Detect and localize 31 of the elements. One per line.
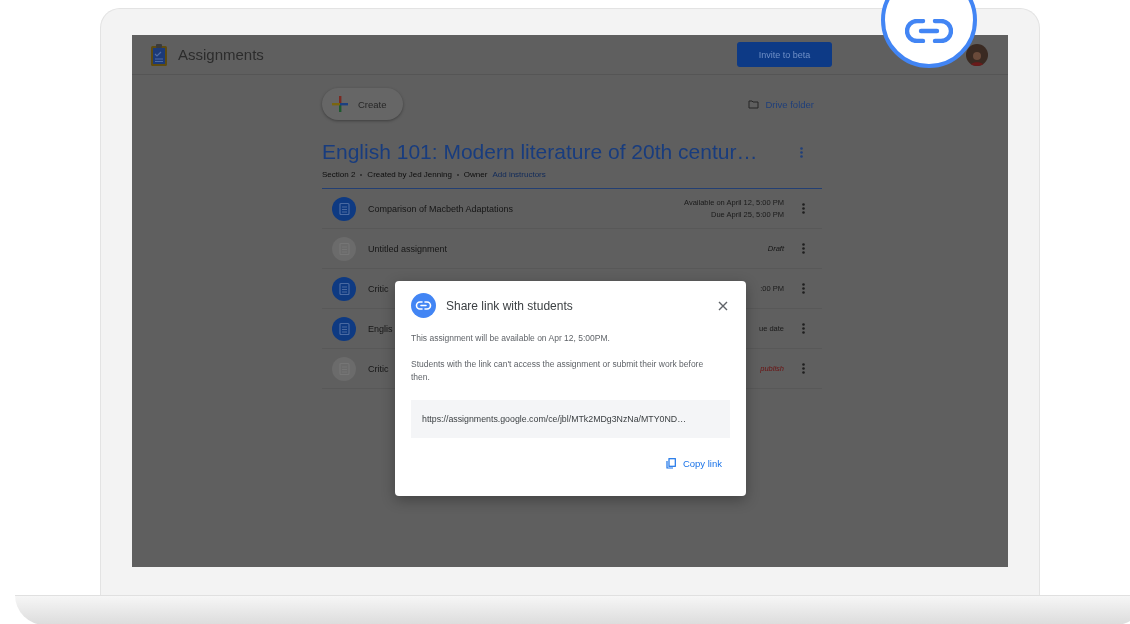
course-meta-text: Section 2 xyxy=(322,170,356,179)
avatar[interactable] xyxy=(966,43,988,66)
assignment-title: Critic xyxy=(368,363,389,374)
course-title: English 101: Modern literature of 20th centur… xyxy=(322,140,758,164)
assignment-title: Comparison of Macbeth Adaptations xyxy=(368,203,514,214)
course-meta-text: Created by Jed Jenning xyxy=(367,170,452,179)
invite-button[interactable]: Invite to beta xyxy=(737,42,832,67)
dialog-text: Students with the link can't access the assignment or submit their work before then. xyxy=(411,358,705,384)
more-icon[interactable] xyxy=(802,243,805,254)
assignment-title: Englis xyxy=(368,323,393,334)
dialog-text: This assignment will be available on Apr 12, 5:00PM. xyxy=(411,332,611,345)
assignment-title: Untitled assignment xyxy=(368,243,448,254)
assignment-title: Critic xyxy=(368,283,389,294)
more-icon[interactable] xyxy=(802,363,805,374)
clipboard-icon xyxy=(150,42,168,67)
more-icon[interactable] xyxy=(802,323,805,334)
folder-icon xyxy=(748,99,760,109)
more-icon[interactable] xyxy=(802,283,805,294)
copy-link-button[interactable]: Copy link xyxy=(665,458,722,469)
more-icon[interactable] xyxy=(802,203,805,214)
course-meta-text: Owner xyxy=(463,170,488,179)
more-icon[interactable] xyxy=(800,146,803,158)
link-icon xyxy=(905,19,953,43)
add-instructors-link[interactable]: Add instructors xyxy=(492,170,546,179)
plus-icon xyxy=(332,96,348,112)
link-field[interactable]: https://assignments.google.com/ce/jbl/MTk2MDg3NzNa/MTY0ND… xyxy=(411,400,730,438)
drive-folder-link[interactable]: Drive folder xyxy=(748,98,814,110)
dialog-title: Share link with students xyxy=(446,298,574,313)
create-button[interactable]: Create xyxy=(322,88,403,120)
link-icon xyxy=(411,293,436,318)
copy-icon xyxy=(665,458,676,469)
